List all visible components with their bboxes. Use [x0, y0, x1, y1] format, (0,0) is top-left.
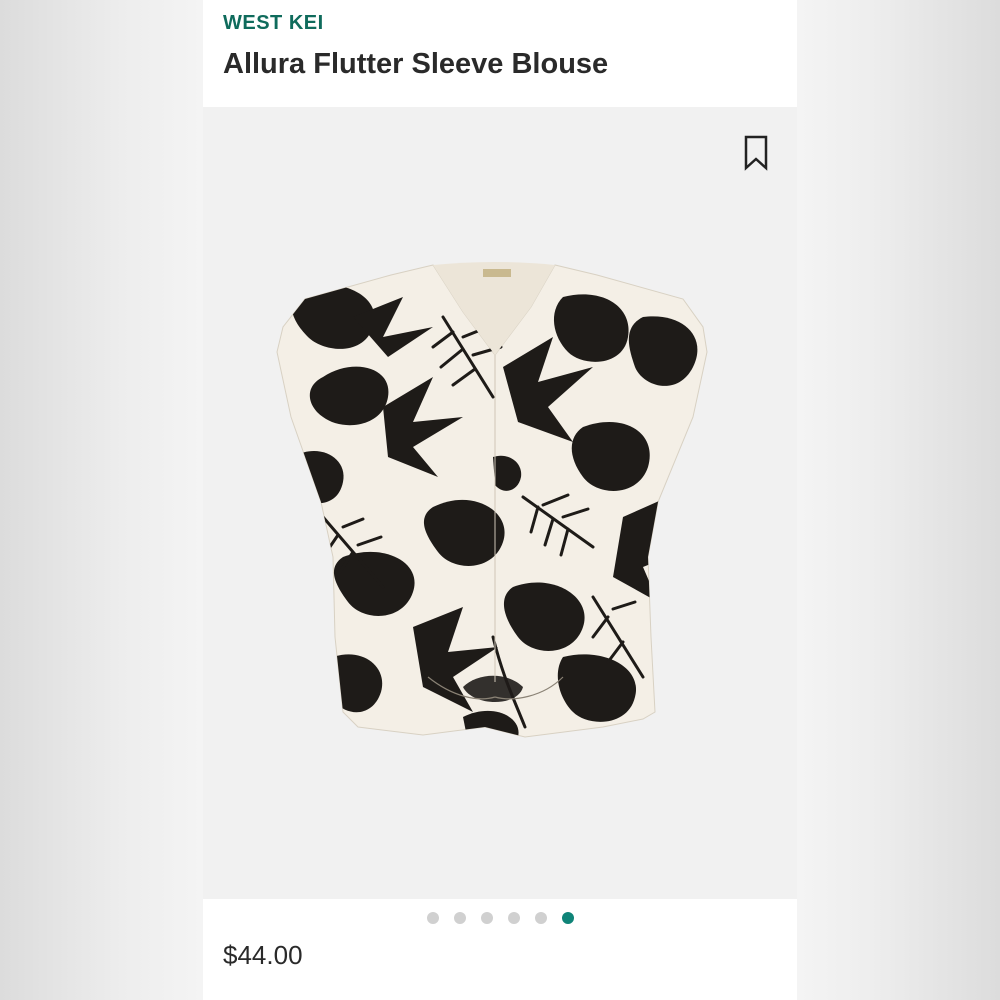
- backdrop-left: [0, 0, 203, 1000]
- carousel-dot-active[interactable]: [561, 912, 574, 924]
- bookmark-icon[interactable]: [742, 135, 770, 171]
- carousel-dot[interactable]: [534, 912, 547, 924]
- carousel-dot[interactable]: [426, 912, 439, 924]
- blouse-image: [276, 262, 708, 738]
- brand-name[interactable]: WEST KEI: [223, 12, 324, 35]
- carousel-dot[interactable]: [480, 912, 493, 924]
- product-image-carousel[interactable]: [203, 107, 797, 899]
- carousel-dot[interactable]: [507, 912, 520, 924]
- product-price: $44.00: [223, 940, 303, 970]
- backdrop-right: [797, 0, 1000, 1000]
- product-title: Allura Flutter Sleeve Blouse: [223, 48, 609, 80]
- product-card: WEST KEI Allura Flutter Sleeve Blouse $4…: [203, 0, 797, 1000]
- carousel-pagination: [203, 912, 797, 928]
- carousel-dot[interactable]: [453, 912, 466, 924]
